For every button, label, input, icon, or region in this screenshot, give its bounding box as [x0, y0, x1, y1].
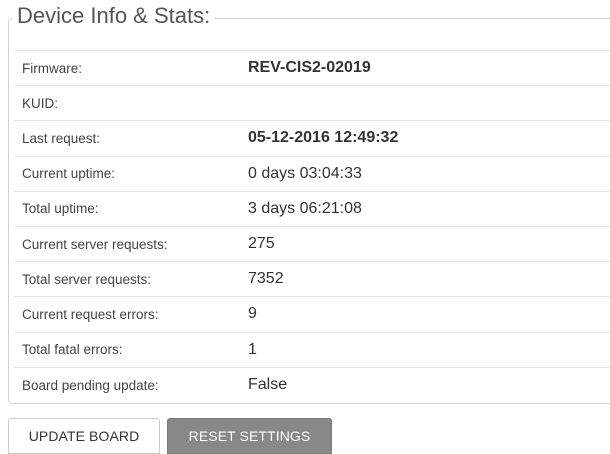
last-request-label: Last request: [14, 120, 240, 157]
table-row: KUID: [14, 85, 610, 121]
kuid-value [240, 85, 610, 121]
device-stats-table: Firmware: REV-CIS2-02019 KUID: Last requ… [14, 49, 610, 403]
board-pending-update-label: Board pending update: [14, 366, 240, 403]
current-server-requests-label: Current server requests: [14, 225, 240, 262]
total-fatal-errors-label: Total fatal errors: [14, 331, 240, 368]
table-row: Last request: 05-12-2016 12:49:32 [14, 120, 610, 157]
current-uptime-value: 0 days 03:04:33 [240, 155, 610, 192]
current-request-errors-label: Current request errors: [14, 296, 240, 332]
table-row: Total fatal errors: 1 [14, 331, 610, 368]
total-server-requests-value: 7352 [240, 261, 610, 297]
total-server-requests-label: Total server requests: [14, 261, 240, 297]
kuid-label: KUID: [14, 85, 240, 121]
table-row: Total uptime: 3 days 06:21:08 [14, 190, 610, 227]
firmware-value: REV-CIS2-02019 [240, 49, 610, 86]
firmware-label: Firmware: [14, 49, 240, 86]
total-uptime-label: Total uptime: [14, 190, 240, 227]
total-fatal-errors-value: 1 [240, 331, 610, 368]
table-row: Firmware: REV-CIS2-02019 [14, 49, 610, 86]
current-request-errors-value: 9 [240, 296, 610, 332]
current-server-requests-value: 275 [240, 225, 610, 262]
table-row: Board pending update: False [14, 366, 610, 403]
board-pending-update-value: False [240, 366, 610, 403]
reset-settings-button[interactable]: RESET SETTINGS [167, 418, 332, 454]
current-uptime-label: Current uptime: [14, 155, 240, 192]
table-row: Current server requests: 275 [14, 225, 610, 262]
panel-title: Device Info & Stats: [12, 1, 215, 31]
table-row: Current request errors: 9 [14, 296, 610, 332]
total-uptime-value: 3 days 06:21:08 [240, 190, 610, 227]
last-request-value: 05-12-2016 12:49:32 [240, 120, 610, 157]
table-row: Current uptime: 0 days 03:04:33 [14, 155, 610, 192]
update-board-button[interactable]: UPDATE BOARD [8, 418, 160, 454]
table-row: Total server requests: 7352 [14, 261, 610, 297]
